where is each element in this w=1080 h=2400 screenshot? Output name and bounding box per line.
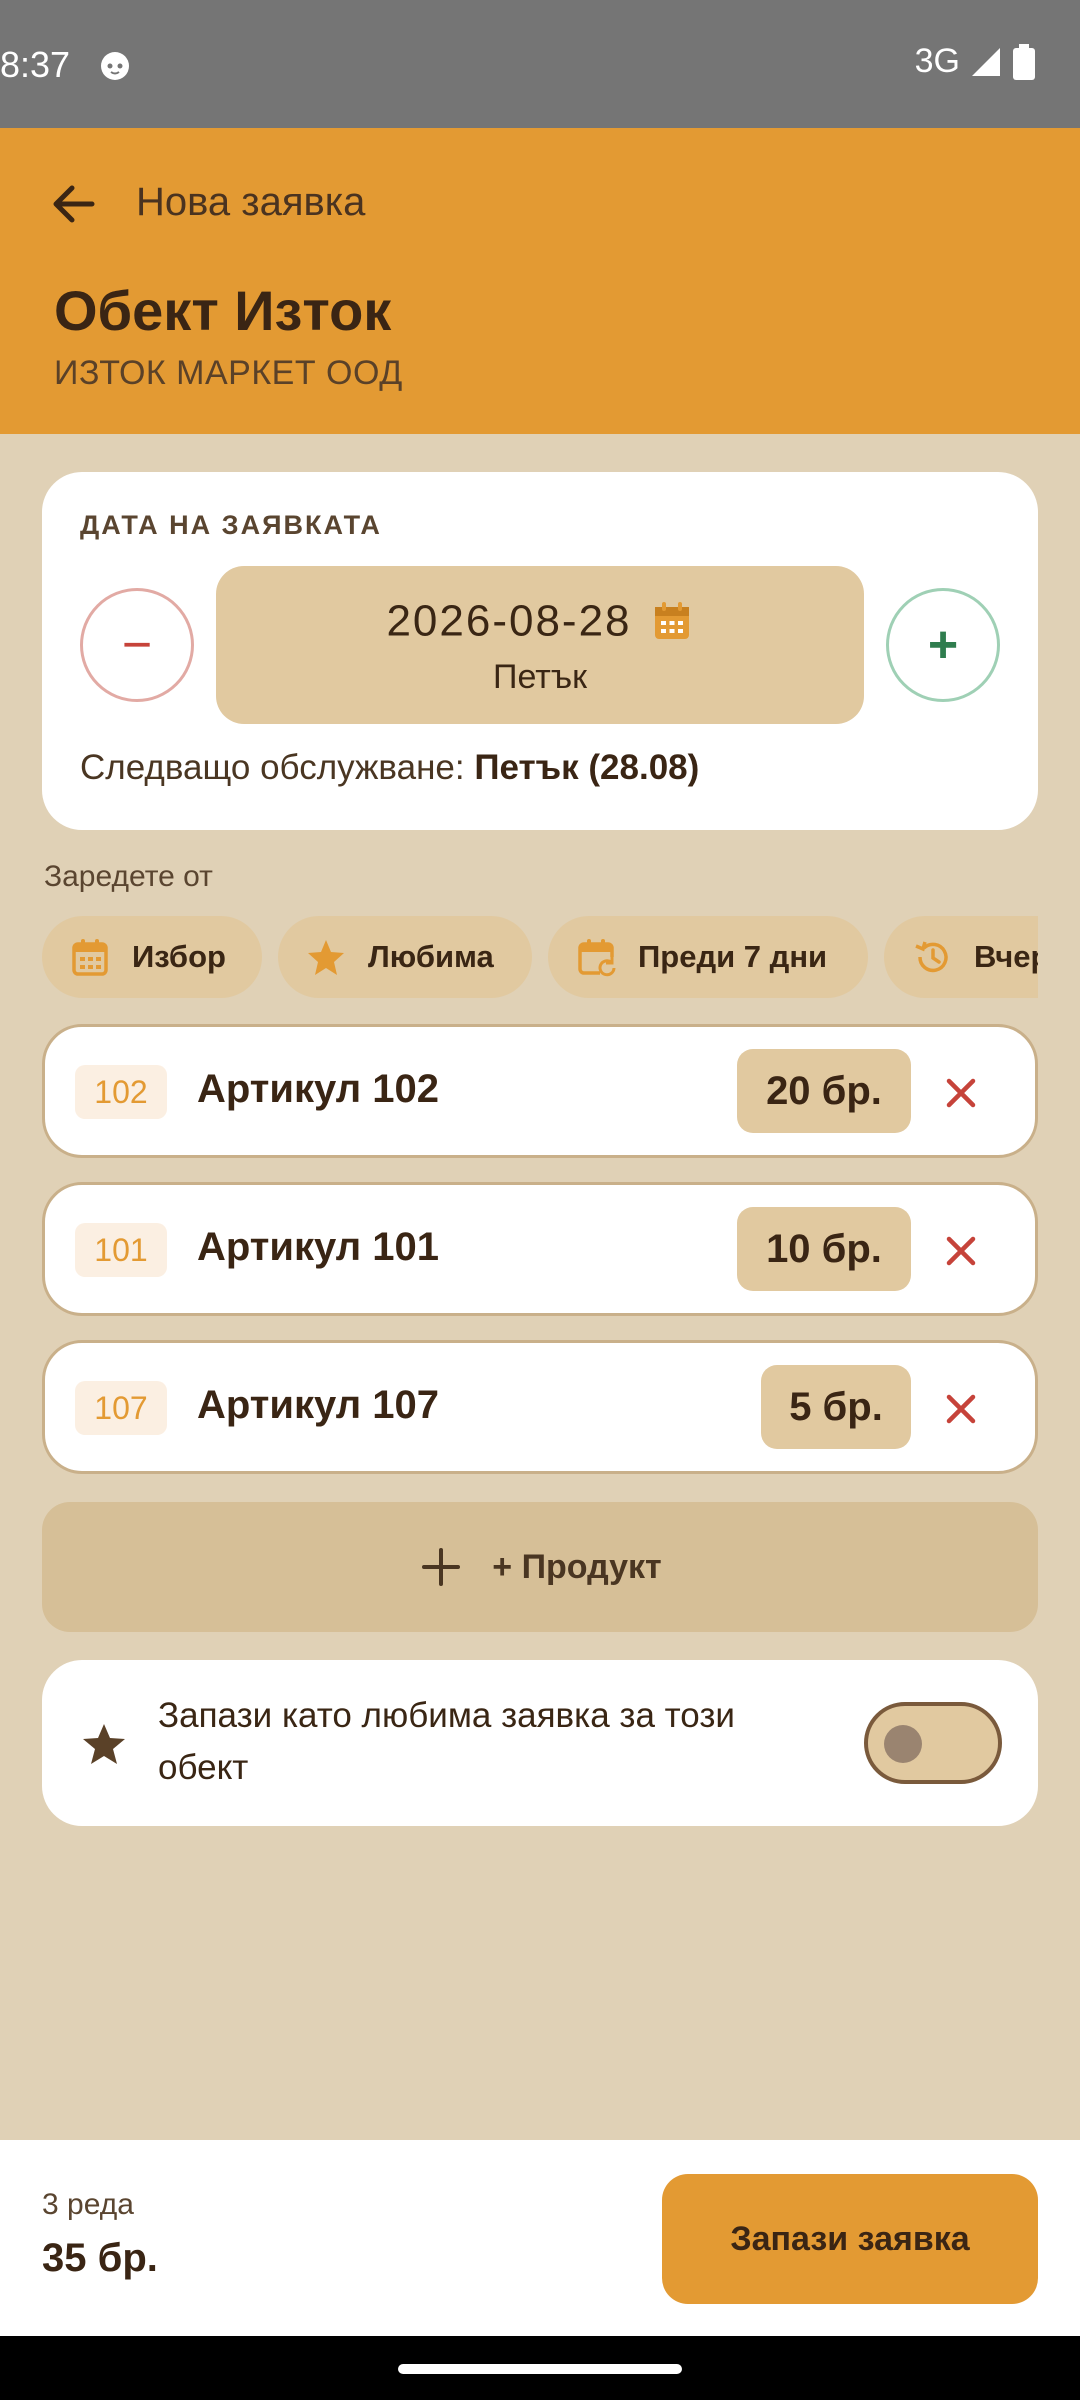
back-arrow-icon[interactable] — [46, 176, 102, 232]
cat-notification-icon — [101, 52, 129, 80]
item-code: 101 — [75, 1223, 167, 1277]
chip-favorite[interactable]: Любима — [278, 916, 532, 998]
item-code: 102 — [75, 1065, 167, 1119]
list-item[interactable]: 107 Артикул 107 5 бр. — [42, 1340, 1038, 1474]
previous-day-button[interactable]: − — [80, 588, 194, 702]
history-icon — [915, 941, 948, 973]
chip-7-days-ago[interactable]: Преди 7 дни — [548, 916, 868, 998]
screen-title: Нова заявка — [136, 180, 366, 224]
plus-icon — [422, 1548, 461, 1586]
item-quantity[interactable]: 20 бр. — [737, 1049, 911, 1133]
item-quantity[interactable]: 5 бр. — [761, 1365, 911, 1449]
date-picker-button[interactable]: 2026-08-28 Петък — [216, 566, 864, 724]
item-name: Артикул 102 — [197, 1067, 439, 1111]
star-icon — [308, 940, 344, 975]
date-value-row: 2026-08-28 — [216, 594, 864, 646]
next-service-label: Следващо обслужване: — [80, 748, 465, 787]
load-from-chips[interactable]: Избор Любима Преди 7 дни Вчера — [42, 916, 1038, 998]
chip-yesterday[interactable]: Вчера — [884, 916, 1038, 998]
item-code: 107 — [75, 1381, 167, 1435]
calendar-icon — [72, 939, 108, 976]
item-name: Артикул 101 — [197, 1225, 439, 1269]
star-icon — [83, 1724, 125, 1764]
add-product-button[interactable]: + Продукт — [42, 1502, 1038, 1632]
app-bar: Нова заявка Обект Изток ИЗТОК МАРКЕТ ООД — [0, 128, 1080, 434]
remove-icon[interactable] — [937, 1385, 985, 1433]
add-product-label: + Продукт — [492, 1547, 662, 1586]
chip-label: Избор — [132, 939, 226, 974]
remove-icon[interactable] — [937, 1227, 985, 1275]
battery-icon — [1013, 43, 1035, 80]
order-date-card: ДАТА НА ЗАЯВКАТА − 2026-08-28 Петък + Сл… — [42, 472, 1038, 830]
next-service-info: Следващо обслужване: Петък (28.08) — [80, 748, 699, 788]
object-name: Обект Изток — [54, 279, 392, 342]
chip-choose[interactable]: Избор — [42, 916, 262, 998]
list-item[interactable]: 102 Артикул 102 20 бр. — [42, 1024, 1038, 1158]
load-from-label: Заредете от — [44, 860, 213, 893]
remove-icon[interactable] — [937, 1069, 985, 1117]
selected-date: 2026-08-28 — [386, 596, 632, 646]
next-day-button[interactable]: + — [886, 588, 1000, 702]
selected-weekday: Петък — [493, 658, 587, 696]
rows-count: 3 реда — [42, 2188, 134, 2221]
system-nav-bar — [0, 2336, 1080, 2400]
chip-label: Вчера — [974, 939, 1038, 974]
calendar-icon — [654, 602, 689, 640]
chip-label: Преди 7 дни — [638, 939, 828, 974]
signal-icon — [972, 47, 1000, 76]
item-quantity[interactable]: 10 бр. — [737, 1207, 911, 1291]
status-bar: 8:37 3G — [0, 0, 1080, 128]
next-service-value: Петък (28.08) — [474, 748, 700, 787]
item-name: Артикул 107 — [197, 1383, 439, 1427]
save-order-button[interactable]: Запази заявка — [662, 2174, 1038, 2304]
status-time: 8:37 — [0, 44, 71, 85]
order-summary-bar: 3 реда 35 бр. Запази заявка — [0, 2140, 1080, 2336]
list-item[interactable]: 101 Артикул 101 10 бр. — [42, 1182, 1038, 1316]
save-favorite-label: Запази като любима заявка за този обект — [158, 1696, 735, 1787]
network-type: 3G — [914, 42, 960, 80]
calendar-refresh-icon — [578, 939, 616, 977]
save-favorite-toggle[interactable] — [864, 1702, 1002, 1784]
save-favorite-card: Запази като любима заявка за този обект — [42, 1660, 1038, 1826]
company-name: ИЗТОК МАРКЕТ ООД — [54, 354, 403, 392]
total-quantity: 35 бр. — [42, 2236, 158, 2280]
order-date-label: ДАТА НА ЗАЯВКАТА — [80, 510, 382, 540]
chip-label: Любима — [368, 939, 494, 974]
toggle-knob — [884, 1725, 922, 1763]
home-gesture-handle[interactable] — [398, 2364, 682, 2374]
status-indicators: 3G — [915, 42, 1036, 81]
